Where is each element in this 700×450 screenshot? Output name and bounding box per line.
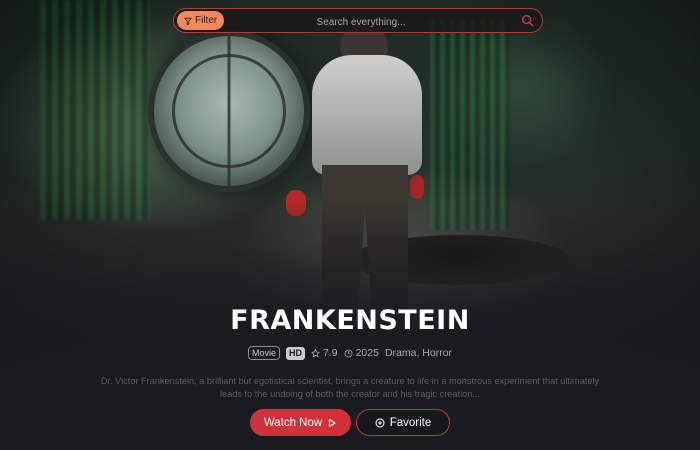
plus-circle-icon xyxy=(375,418,385,427)
movie-meta: Movie HD 7.9 2025 Drama, Horror xyxy=(0,346,700,360)
search-input[interactable] xyxy=(224,12,498,32)
year-value: 2025 xyxy=(355,347,379,359)
rating-value: 7.9 xyxy=(322,347,338,359)
movie-description: Dr. Victor Frankenstein, a brilliant but… xyxy=(100,376,600,399)
watch-now-button[interactable]: Watch Now xyxy=(250,409,351,436)
watch-now-label: Watch Now xyxy=(263,416,323,429)
clock-icon xyxy=(344,349,352,357)
play-icon xyxy=(329,418,336,427)
search-icon[interactable] xyxy=(521,14,534,27)
quality-badge: HD xyxy=(285,346,305,360)
hero-banner: Filter FRANKENSTEIN Movie HD 7.9 2025 Dr… xyxy=(0,0,700,450)
action-buttons: Watch Now Favorite xyxy=(0,409,700,436)
favorite-button[interactable]: Favorite xyxy=(356,409,450,436)
search-bar: Filter xyxy=(173,8,543,33)
rating: 7.9 xyxy=(311,347,338,359)
favorite-label: Favorite xyxy=(389,416,432,429)
genres: Drama, Horror xyxy=(384,347,453,359)
filter-button[interactable]: Filter xyxy=(177,11,225,30)
release-year: 2025 xyxy=(344,347,379,359)
movie-title: FRANKENSTEIN xyxy=(230,305,470,336)
filter-label: Filter xyxy=(195,15,218,26)
funnel-icon xyxy=(184,17,192,25)
type-badge: Movie xyxy=(247,346,280,360)
star-icon xyxy=(311,348,320,357)
